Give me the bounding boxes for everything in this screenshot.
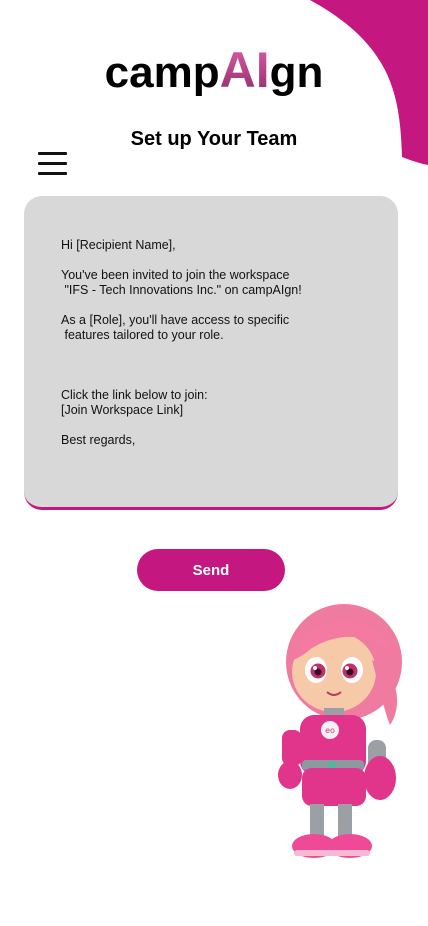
logo-prefix: camp	[104, 48, 220, 97]
hamburger-menu-icon[interactable]	[38, 150, 68, 178]
logo-suffix: gn	[269, 48, 324, 97]
page-title: Set up Your Team	[130, 128, 298, 150]
invitation-message-text[interactable]: Hi [Recipient Name], You've been invited…	[61, 238, 381, 448]
svg-text:eo: eo	[325, 726, 335, 735]
logo-ai: AI	[219, 42, 270, 98]
invitation-message-card[interactable]: Hi [Recipient Name], You've been invited…	[24, 196, 398, 510]
send-button[interactable]: Send	[137, 549, 285, 591]
app-logo: campAIgn	[0, 40, 428, 103]
robot-mascot-illustration: eo	[278, 604, 402, 858]
